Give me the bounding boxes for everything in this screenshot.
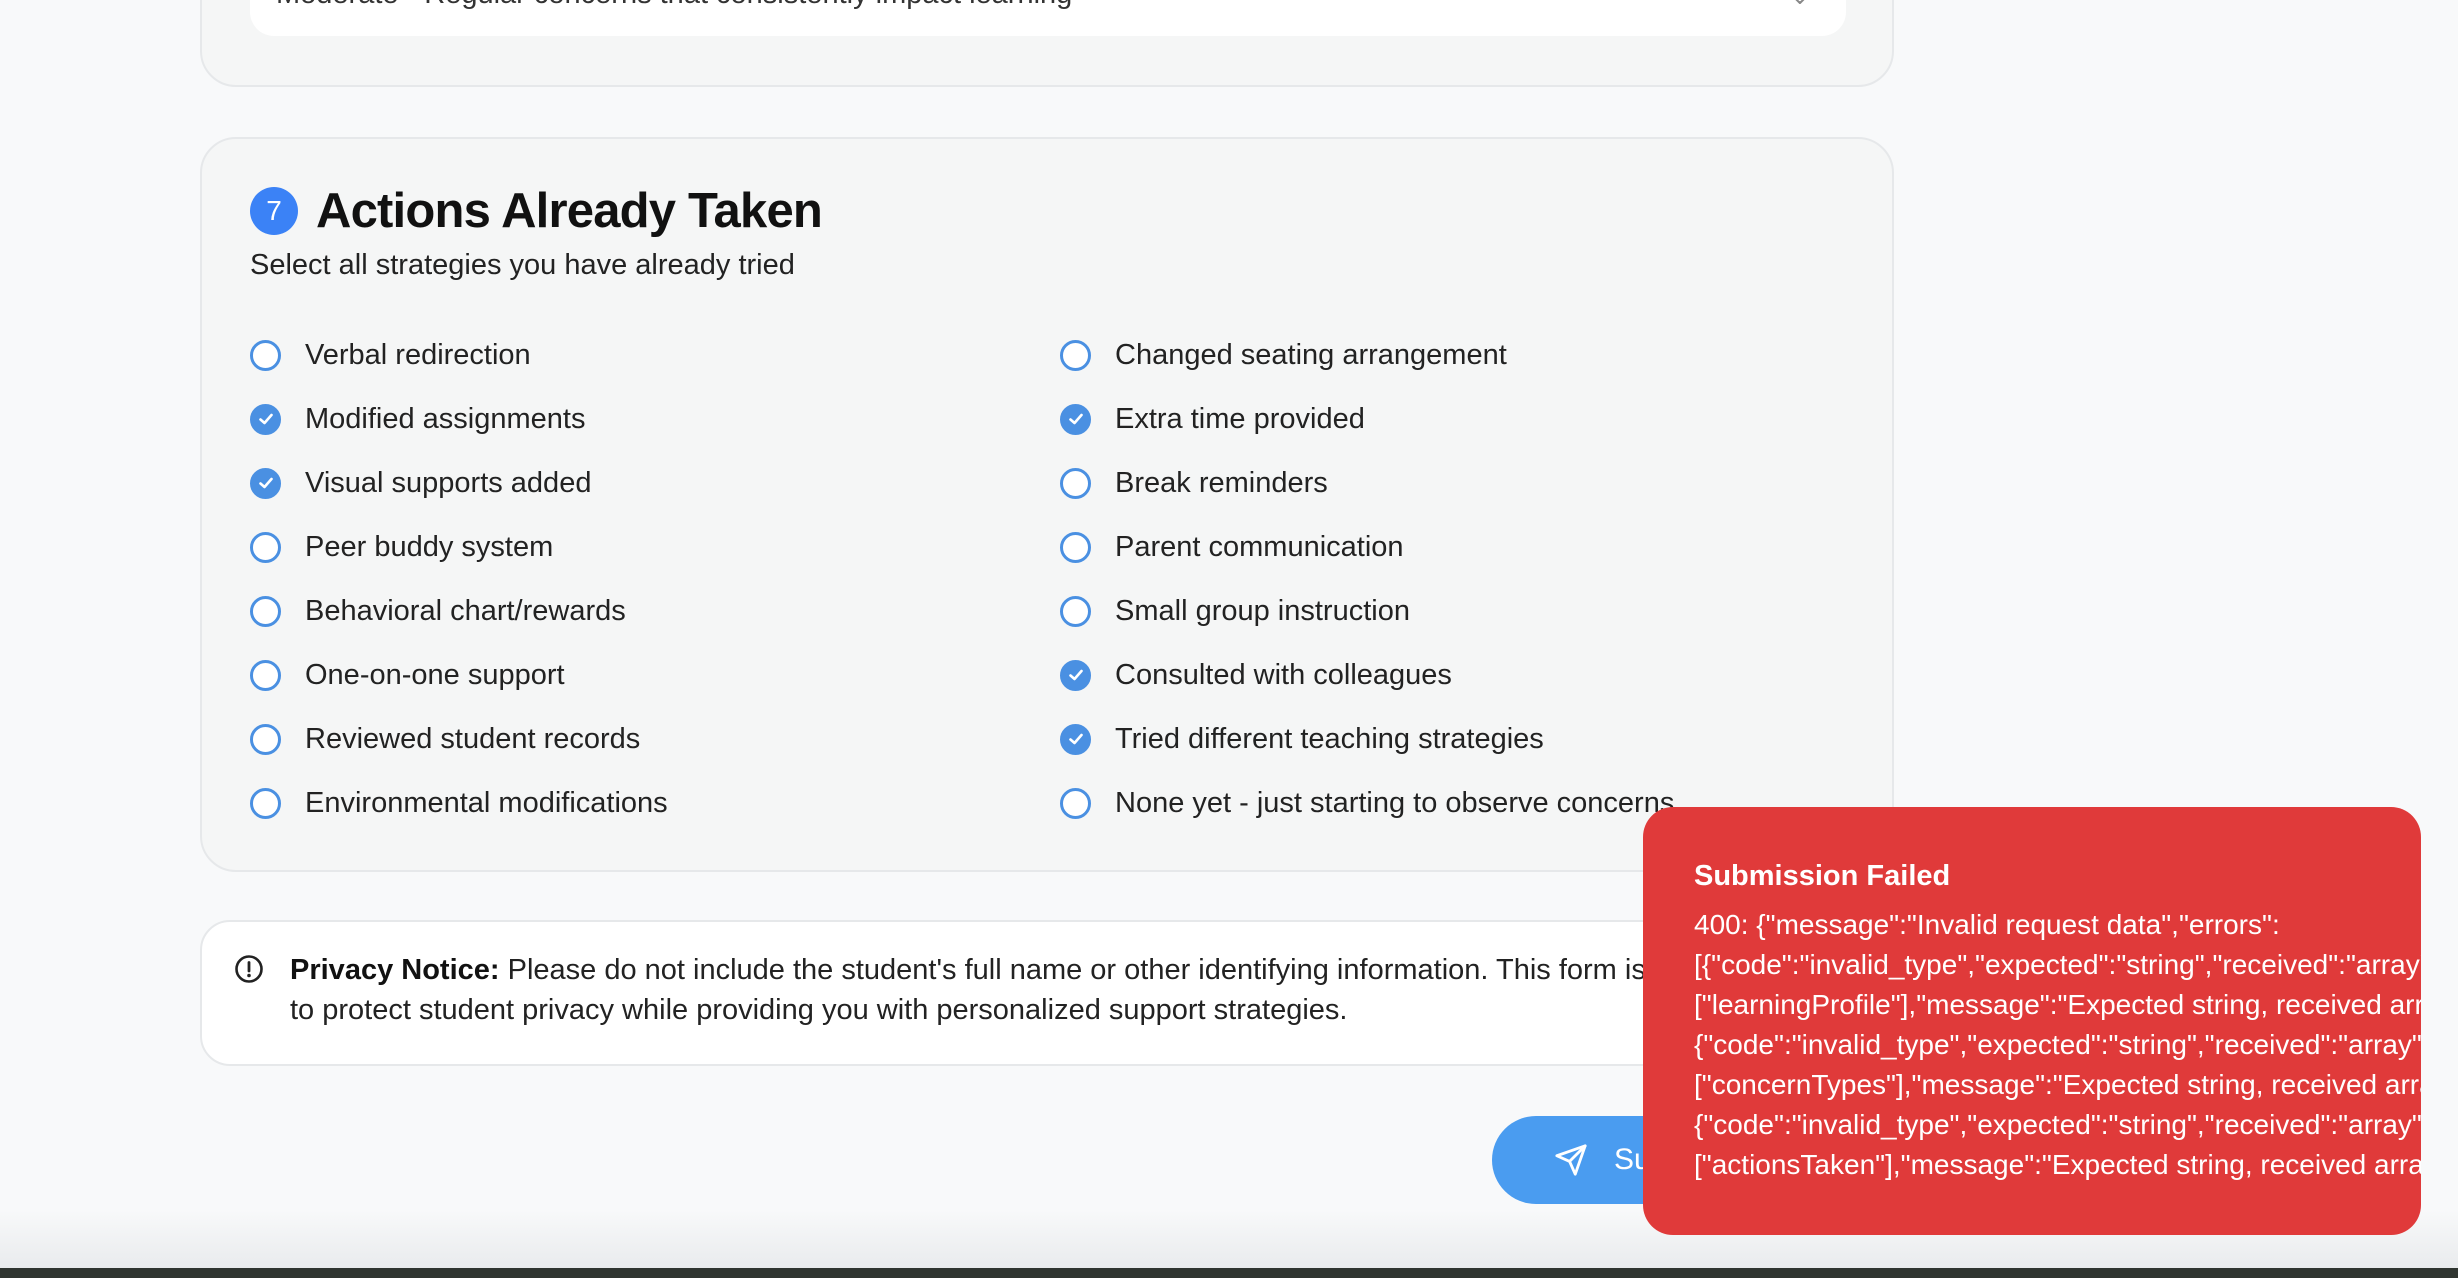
section-number-badge: 7 <box>250 187 298 235</box>
privacy-notice-body: Please do not include the student's full… <box>290 954 1772 1026</box>
radio-icon[interactable] <box>250 723 281 755</box>
action-option[interactable]: Behavioral chart/rewards <box>250 591 626 631</box>
action-option[interactable]: Tried different teaching strategies <box>1060 719 1544 759</box>
severity-select-value: Moderate - Regular concerns that consist… <box>276 0 1072 11</box>
info-icon <box>235 955 263 983</box>
toast-message-line: [{"code":"invalid_type","expected":"stri… <box>1694 949 2421 980</box>
privacy-notice: Privacy Notice: Please do not include th… <box>200 920 1894 1066</box>
action-option-label: Tried different teaching strategies <box>1115 722 1544 755</box>
action-option-label: Peer buddy system <box>305 530 554 563</box>
error-toast[interactable]: Submission Failed 400: {"message":"Inval… <box>1643 807 2421 1235</box>
toast-message-line: ["learningProfile"],"message":"Expected … <box>1694 989 2421 1020</box>
action-option-label: Behavioral chart/rewards <box>305 594 626 627</box>
radio-icon[interactable] <box>250 531 281 563</box>
toast-message: 400: {"message":"Invalid request data","… <box>1694 905 2421 1185</box>
action-option-label: Small group instruction <box>1115 594 1410 627</box>
action-option[interactable]: One-on-one support <box>250 655 565 695</box>
action-option[interactable]: Environmental modifications <box>250 783 668 823</box>
action-option-label: Consulted with colleagues <box>1115 658 1452 691</box>
action-option[interactable]: Small group instruction <box>1060 591 1410 631</box>
section-header: 7 Actions Already Taken <box>250 183 823 239</box>
radio-icon[interactable] <box>1060 339 1091 371</box>
action-option[interactable]: Break reminders <box>1060 463 1328 503</box>
toast-title: Submission Failed <box>1694 860 1951 892</box>
checked-radio-icon[interactable] <box>1060 403 1091 435</box>
section-subtitle: Select all strategies you have already t… <box>250 249 795 281</box>
radio-icon[interactable] <box>250 595 281 627</box>
toast-message-line: {"code":"invalid_type","expected":"strin… <box>1694 1109 2421 1140</box>
action-option[interactable]: None yet - just starting to observe conc… <box>1060 783 1674 823</box>
action-option-label: Environmental modifications <box>305 786 668 819</box>
checked-radio-icon[interactable] <box>250 403 281 435</box>
bottom-edge <box>0 1268 2458 1278</box>
action-option[interactable]: Peer buddy system <box>250 527 553 567</box>
action-option-label: Modified assignments <box>305 402 586 435</box>
section-title: Actions Already Taken <box>316 184 823 238</box>
chevron-down-icon: ⌄ <box>1790 0 1810 11</box>
action-option[interactable]: Modified assignments <box>250 399 585 439</box>
action-option-label: Reviewed student records <box>305 722 641 755</box>
privacy-notice-text: Privacy Notice: Please do not include th… <box>290 950 1790 1030</box>
action-option[interactable]: Visual supports added <box>250 463 591 503</box>
action-option[interactable]: Parent communication <box>1060 527 1404 567</box>
checked-radio-icon[interactable] <box>1060 659 1091 691</box>
radio-icon[interactable] <box>250 787 281 819</box>
toast-message-line: ["concernTypes"],"message":"Expected str… <box>1694 1069 2421 1100</box>
action-option[interactable]: Changed seating arrangement <box>1060 335 1507 375</box>
radio-icon[interactable] <box>1060 595 1091 627</box>
action-option[interactable]: Reviewed student records <box>250 719 640 759</box>
actions-taken-section-card: 7 Actions Already Taken Select all strat… <box>200 137 1894 872</box>
action-option[interactable]: Extra time provided <box>1060 399 1365 439</box>
action-option-label: One-on-one support <box>305 658 565 691</box>
action-option-label: Verbal redirection <box>305 338 531 371</box>
action-option-label: Changed seating arrangement <box>1115 338 1507 371</box>
privacy-notice-label: Privacy Notice: <box>290 954 500 986</box>
action-option[interactable]: Consulted with colleagues <box>1060 655 1452 695</box>
radio-icon[interactable] <box>250 659 281 691</box>
action-option-label: Extra time provided <box>1115 402 1365 435</box>
radio-icon[interactable] <box>250 339 281 371</box>
severity-select[interactable]: Moderate - Regular concerns that consist… <box>250 0 1846 36</box>
toast-message-line: 400: {"message":"Invalid request data","… <box>1694 909 2280 940</box>
action-option-label: Visual supports added <box>305 466 592 499</box>
action-option[interactable]: Verbal redirection <box>250 335 531 375</box>
action-option-label: Parent communication <box>1115 530 1404 563</box>
checked-radio-icon[interactable] <box>250 467 281 499</box>
toast-message-line: ["actionsTaken"],"message":"Expected str… <box>1694 1149 2421 1180</box>
send-icon <box>1555 1144 1587 1176</box>
checked-radio-icon[interactable] <box>1060 723 1091 755</box>
action-option-label: Break reminders <box>1115 466 1328 499</box>
toast-message-line: {"code":"invalid_type","expected":"strin… <box>1694 1029 2421 1060</box>
severity-section-card: Moderate - Regular concerns that consist… <box>200 0 1894 87</box>
radio-icon[interactable] <box>1060 531 1091 563</box>
radio-icon[interactable] <box>1060 787 1091 819</box>
radio-icon[interactable] <box>1060 467 1091 499</box>
action-option-label: None yet - just starting to observe conc… <box>1115 786 1675 819</box>
